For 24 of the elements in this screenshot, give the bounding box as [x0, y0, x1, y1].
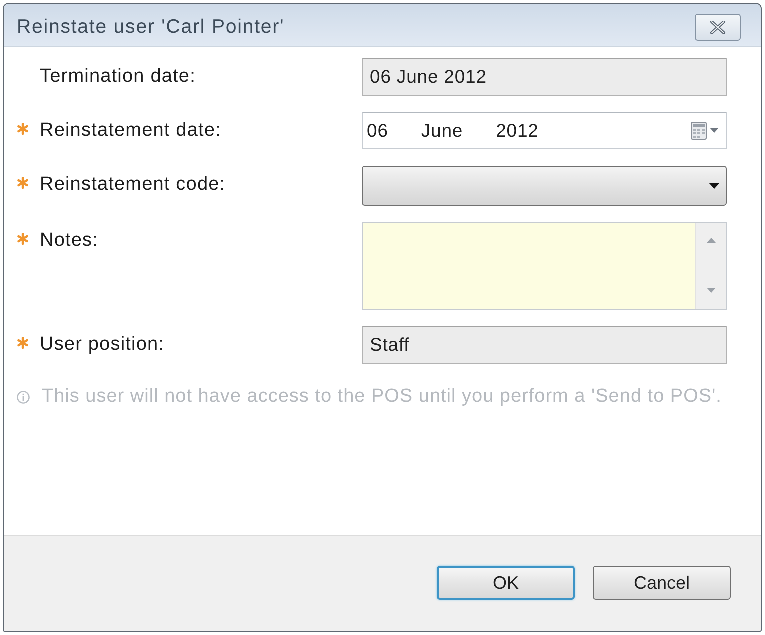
- dialog-button[interactable]: Cancel: [593, 566, 731, 600]
- date-segment[interactable]: June: [421, 120, 464, 142]
- read-only-field: Staff: [362, 326, 727, 364]
- up-arrow-icon[interactable]: [706, 238, 716, 243]
- field-label: Termination date:: [40, 66, 196, 88]
- field-label: Reinstatement date:: [40, 120, 222, 142]
- close-icon: [710, 20, 726, 34]
- window-title: Reinstate user 'Carl Pointer': [17, 16, 285, 38]
- date-field[interactable]: 06 June 2012: [362, 112, 727, 149]
- read-only-field: 06 June 2012: [362, 58, 727, 96]
- dialog-button[interactable]: OK: [437, 566, 575, 600]
- down-arrow-icon[interactable]: [706, 288, 716, 293]
- info-message: This user will not have access to the POS until you perform a 'Send to POS'.: [42, 386, 722, 408]
- date-segment[interactable]: 2012: [496, 120, 539, 142]
- scrollbar[interactable]: [695, 223, 726, 309]
- close-button[interactable]: [695, 14, 741, 40]
- dropdown[interactable]: [362, 166, 727, 206]
- info-icon: [17, 390, 30, 404]
- field-label: User position:: [40, 334, 165, 356]
- caret-icon[interactable]: [709, 183, 720, 189]
- date-segment[interactable]: 06: [367, 120, 388, 142]
- field-label: Notes:: [40, 230, 99, 252]
- field-label: Reinstatement code:: [40, 174, 226, 196]
- calendar-icon[interactable]: [691, 122, 707, 140]
